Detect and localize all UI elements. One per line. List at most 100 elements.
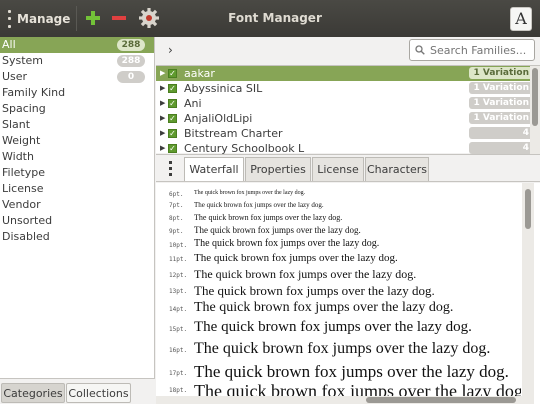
manage-label: Manage bbox=[17, 11, 71, 26]
expand-triangle-icon[interactable]: ▶ bbox=[160, 141, 165, 154]
expand-triangle-icon[interactable]: ▶ bbox=[160, 81, 165, 96]
font-list-scrollbar[interactable] bbox=[530, 66, 540, 154]
search-input[interactable] bbox=[409, 39, 535, 61]
preview-tabs: Waterfall Properties License Characters bbox=[156, 154, 540, 182]
category-unsorted[interactable]: Unsorted bbox=[0, 213, 154, 229]
size-label: 11pt. bbox=[169, 256, 188, 263]
search-icon bbox=[415, 45, 425, 55]
menu-grip-icon bbox=[8, 9, 11, 28]
waterfall-row: 10pt. The quick brown fox jumps over the… bbox=[156, 237, 521, 251]
size-label: 17pt. bbox=[169, 370, 188, 377]
expand-triangle-icon[interactable]: ▶ bbox=[160, 66, 165, 81]
expand-triangle-icon[interactable]: ▶ bbox=[160, 111, 165, 126]
scrollbar-thumb[interactable] bbox=[525, 189, 531, 229]
size-label: 12pt. bbox=[169, 272, 188, 279]
expand-triangle-icon[interactable]: ▶ bbox=[160, 126, 165, 141]
waterfall-row: 9pt. The quick brown fox jumps over the … bbox=[156, 224, 521, 237]
category-count-badge: 288 bbox=[117, 55, 145, 67]
tab-license[interactable]: License bbox=[312, 157, 364, 181]
font-enabled-checkbox[interactable]: ✓ bbox=[168, 84, 177, 93]
character-map-icon: A bbox=[515, 9, 527, 28]
sample-text: The quick brown fox jumps over the lazy … bbox=[194, 252, 398, 264]
waterfall-row: 6pt. The quick brown fox jumps over the … bbox=[156, 189, 521, 199]
size-label: 13pt. bbox=[169, 288, 188, 295]
category-user[interactable]: User 0 bbox=[0, 69, 154, 85]
font-row[interactable]: ▶ ✓ aakar 1 Variation bbox=[156, 66, 533, 81]
font-enabled-checkbox[interactable]: ✓ bbox=[168, 99, 177, 108]
category-family-kind[interactable]: Family Kind bbox=[0, 85, 154, 101]
category-sidebar: All 288 System 288 User 0 Family Kind Sp… bbox=[0, 37, 155, 404]
size-label: 15pt. bbox=[169, 326, 188, 333]
font-row[interactable]: ▶ ✓ Abyssinica SIL 1 Variation bbox=[156, 81, 533, 96]
font-row[interactable]: ▶ ✓ Century Schoolbook L 4 Variations bbox=[156, 141, 530, 154]
size-label: 6pt. bbox=[169, 191, 184, 198]
header-bar: Manage Font Manager A bbox=[0, 0, 540, 37]
size-label: 14pt. bbox=[169, 306, 188, 313]
remove-font-button[interactable] bbox=[110, 9, 128, 27]
font-row[interactable]: ▶ ✓ Ani 1 Variation bbox=[156, 96, 533, 111]
category-label: License bbox=[2, 182, 44, 195]
tab-collections[interactable]: Collections bbox=[66, 383, 131, 403]
category-slant[interactable]: Slant bbox=[0, 117, 154, 133]
search-row: › bbox=[156, 37, 540, 64]
manage-button[interactable]: Manage bbox=[0, 0, 76, 37]
variation-count: 1 Variation bbox=[469, 82, 533, 94]
category-disabled[interactable]: Disabled bbox=[0, 229, 154, 245]
scrollbar-thumb[interactable] bbox=[532, 68, 538, 126]
font-name: Ani bbox=[184, 97, 202, 110]
font-name: Century Schoolbook L bbox=[184, 142, 305, 154]
sample-text: The quick brown fox jumps over the lazy … bbox=[194, 340, 491, 357]
preview-horizontal-scrollbar[interactable] bbox=[156, 396, 522, 404]
sample-text: The quick brown fox jumps over the lazy … bbox=[194, 362, 509, 381]
category-label: All bbox=[2, 38, 16, 51]
category-vendor[interactable]: Vendor bbox=[0, 197, 154, 213]
tab-properties[interactable]: Properties bbox=[245, 157, 311, 181]
sample-text: The quick brown fox jumps over the lazy … bbox=[194, 300, 454, 315]
preview-scrollbar[interactable] bbox=[522, 183, 534, 404]
category-label: Width bbox=[2, 150, 34, 163]
category-system[interactable]: System 288 bbox=[0, 53, 154, 69]
variation-count: 1 Variation bbox=[469, 97, 533, 109]
tab-categories[interactable]: Categories bbox=[1, 383, 65, 403]
waterfall-row: 15pt. The quick brown fox jumps over the… bbox=[156, 318, 521, 339]
add-font-button[interactable] bbox=[84, 9, 102, 27]
category-width[interactable]: Width bbox=[0, 149, 154, 165]
tab-characters[interactable]: Characters bbox=[365, 157, 429, 181]
font-manager-window: Manage Font Manager A All 288 System 288… bbox=[0, 0, 540, 404]
waterfall-row: 8pt. The quick brown fox jumps over the … bbox=[156, 212, 521, 224]
character-map-button[interactable]: A bbox=[510, 7, 532, 31]
font-name: AnjaliOldLipi bbox=[184, 112, 253, 125]
expand-triangle-icon[interactable]: ▶ bbox=[160, 96, 165, 111]
category-label: Weight bbox=[2, 134, 41, 147]
category-weight[interactable]: Weight bbox=[0, 133, 154, 149]
expand-all-arrow-icon[interactable]: › bbox=[168, 43, 173, 57]
font-enabled-checkbox[interactable]: ✓ bbox=[168, 144, 177, 153]
font-enabled-checkbox[interactable]: ✓ bbox=[168, 114, 177, 123]
sample-text: The quick brown fox jumps over the lazy … bbox=[194, 190, 306, 196]
category-filetype[interactable]: Filetype bbox=[0, 165, 154, 181]
sample-text: The quick brown fox jumps over the lazy … bbox=[194, 225, 361, 235]
scrollbar-thumb[interactable] bbox=[366, 397, 516, 403]
size-label: 8pt. bbox=[169, 215, 184, 222]
font-row[interactable]: ▶ ✓ Bitstream Charter 4 Variations bbox=[156, 126, 533, 150]
waterfall-row: 14pt. The quick brown fox jumps over the… bbox=[156, 299, 521, 318]
category-label: Family Kind bbox=[2, 86, 66, 99]
font-enabled-checkbox[interactable]: ✓ bbox=[168, 69, 177, 78]
settings-button[interactable] bbox=[138, 7, 160, 29]
waterfall-row: 18pt. The quick brown fox jumps over the… bbox=[156, 384, 521, 396]
sample-text: The quick brown fox jumps over the lazy … bbox=[194, 319, 472, 335]
sample-text: The quick brown fox jumps over the lazy … bbox=[194, 238, 380, 249]
main-pane: › ▶ ✓ aakar 1 Variation ▶ ✓ Abyssinica S… bbox=[156, 37, 540, 404]
font-row[interactable]: ▶ ✓ AnjaliOldLipi 1 Variation bbox=[156, 111, 533, 126]
menu-grip-icon[interactable] bbox=[169, 161, 172, 176]
sample-text: The quick brown fox jumps over the lazy … bbox=[194, 201, 324, 209]
font-enabled-checkbox[interactable]: ✓ bbox=[168, 129, 177, 138]
waterfall-row: 17pt. The quick brown fox jumps over the… bbox=[156, 361, 521, 384]
category-all[interactable]: All 288 bbox=[0, 37, 154, 53]
tab-waterfall[interactable]: Waterfall bbox=[184, 157, 244, 181]
category-spacing[interactable]: Spacing bbox=[0, 101, 154, 117]
variation-count: 1 Variation bbox=[469, 67, 533, 79]
category-label: Filetype bbox=[2, 166, 45, 179]
gear-icon bbox=[139, 8, 159, 28]
category-license[interactable]: License bbox=[0, 181, 154, 197]
